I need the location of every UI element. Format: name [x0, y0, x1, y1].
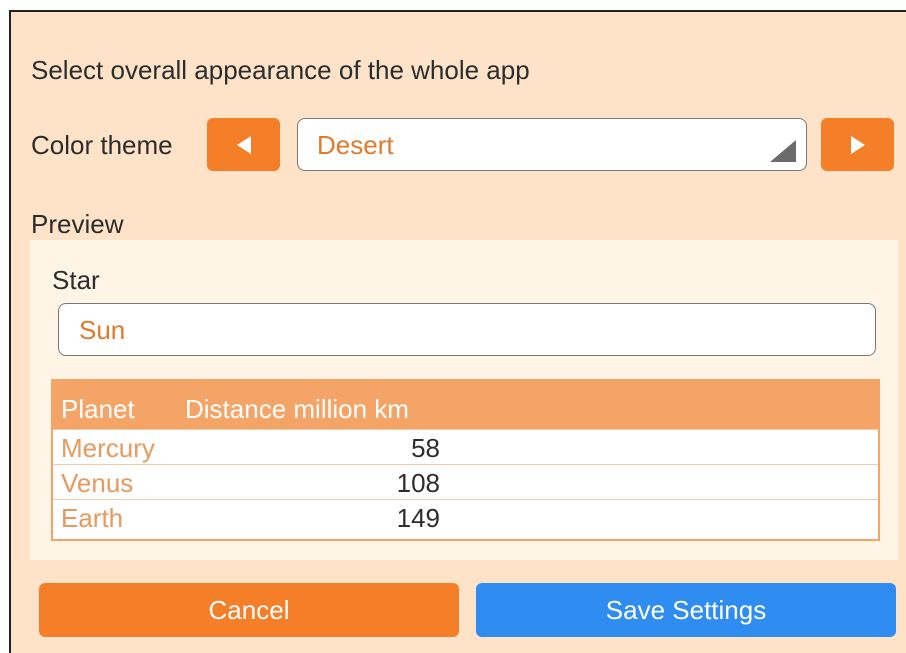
table-row[interactable]: Earth 149 — [53, 499, 878, 534]
column-header-planet[interactable]: Planet — [61, 394, 135, 425]
planet-cell: Venus — [61, 468, 134, 498]
planet-cell: Earth — [61, 503, 124, 533]
star-input[interactable]: Sun — [58, 303, 876, 356]
planet-cell: Mercury — [61, 433, 155, 463]
color-theme-select[interactable]: Desert — [297, 118, 807, 171]
next-theme-button[interactable] — [821, 118, 894, 171]
table-row[interactable]: Mercury 58 — [53, 429, 878, 464]
preview-label: Preview — [31, 209, 124, 239]
table-row[interactable]: Venus 108 — [53, 464, 878, 499]
page-heading: Select overall appearance of the whole a… — [31, 55, 530, 85]
cancel-button[interactable]: Cancel — [39, 583, 459, 637]
table-header: Planet Distance million km — [53, 381, 878, 429]
color-theme-label: Color theme — [31, 130, 173, 160]
distance-cell: 149 — [396, 503, 440, 533]
triangle-right-icon — [850, 135, 865, 154]
column-header-distance[interactable]: Distance million km — [185, 394, 409, 425]
star-input-value: Sun — [79, 315, 126, 345]
distance-cell: 58 — [411, 433, 440, 463]
preview-area: Star Sun Planet Distance million km Merc… — [30, 240, 898, 560]
save-settings-button[interactable]: Save Settings — [476, 583, 896, 637]
settings-panel: Select overall appearance of the whole a… — [9, 10, 906, 653]
previous-theme-button[interactable] — [207, 118, 280, 171]
triangle-left-icon — [236, 135, 251, 154]
color-theme-value: Desert — [317, 130, 394, 160]
star-label: Star — [52, 265, 100, 295]
planet-table: Planet Distance million km Mercury 58 Ve… — [51, 379, 880, 541]
distance-cell: 108 — [396, 468, 440, 498]
dropdown-corner-icon — [770, 140, 796, 162]
